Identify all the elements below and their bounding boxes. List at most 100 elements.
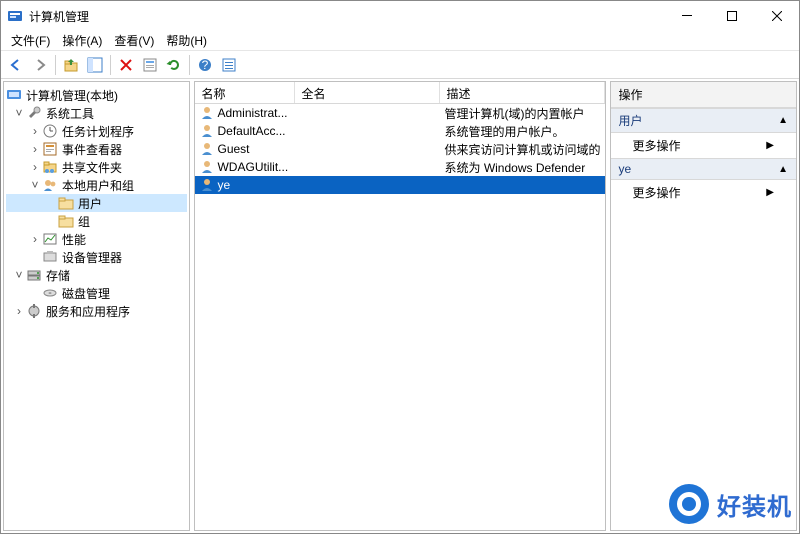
user-description: 供来宾访问计算机或访问域的: [440, 141, 604, 158]
close-button[interactable]: [754, 1, 799, 31]
storage-icon: [26, 267, 42, 283]
list-panel: 名称 全名 描述 Administrat...管理计算机(域)的内置帐户Defa…: [194, 81, 605, 531]
user-row[interactable]: DefaultAcc... 系统管理的用户帐户。: [195, 122, 604, 140]
collapse-icon[interactable]: ˅: [28, 178, 42, 192]
tree-label: 用户: [76, 195, 104, 212]
submenu-icon: ▶: [766, 187, 774, 198]
column-description[interactable]: 描述: [440, 82, 604, 103]
properties-button[interactable]: [139, 54, 161, 76]
tree-disk-management[interactable]: 磁盘管理: [6, 284, 187, 302]
user-name: WDAGUtilit...: [217, 160, 288, 174]
maximize-button[interactable]: [709, 1, 754, 31]
tree-label: 组: [76, 213, 92, 230]
user-row[interactable]: Administrat...管理计算机(域)的内置帐户: [195, 104, 604, 122]
titlebar: 计算机管理: [1, 1, 799, 31]
minimize-button[interactable]: [664, 1, 709, 31]
collapse-icon[interactable]: ˅: [12, 106, 26, 120]
user-row[interactable]: ye: [195, 176, 604, 194]
expand-icon[interactable]: ›: [28, 142, 42, 156]
tree-shared-folders[interactable]: › 共享文件夹: [6, 158, 187, 176]
menu-file[interactable]: 文件(F): [5, 30, 56, 51]
toolbar-separator: [189, 55, 190, 75]
tree-event-viewer[interactable]: › 事件查看器: [6, 140, 187, 158]
collapse-icon[interactable]: ˅: [12, 268, 26, 282]
user-description: 系统为 Windows Defender: [440, 159, 604, 176]
user-icon: [199, 105, 215, 121]
help-button[interactable]: ?: [194, 54, 216, 76]
actions-title: 操作: [611, 82, 796, 108]
tree-label: 存储: [44, 267, 72, 284]
tree-label: 系统工具: [44, 105, 96, 122]
tree-performance[interactable]: › 性能: [6, 230, 187, 248]
user-name: ye: [217, 178, 230, 192]
nav-forward-button[interactable]: [29, 54, 51, 76]
nav-tree[interactable]: 计算机管理(本地) ˅ 系统工具 › 任务计划程序 › 事件查看器: [4, 82, 189, 530]
tree-label: 服务和应用程序: [44, 303, 132, 320]
tree-root-computer-management[interactable]: 计算机管理(本地): [6, 86, 187, 104]
user-icon: [199, 141, 215, 157]
expand-icon[interactable]: ›: [28, 232, 42, 246]
user-icon: [199, 159, 215, 175]
expand-icon[interactable]: ›: [28, 160, 42, 174]
column-name[interactable]: 名称: [195, 82, 295, 103]
tree-local-users-groups[interactable]: ˅ 本地用户和组: [6, 176, 187, 194]
actions-section-users[interactable]: 用户 ▲: [611, 108, 796, 133]
up-one-level-button[interactable]: [60, 54, 82, 76]
actions-more-users[interactable]: 更多操作 ▶: [611, 133, 796, 158]
tree-label: 磁盘管理: [60, 285, 112, 302]
tree-storage[interactable]: ˅ 存储: [6, 266, 187, 284]
delete-button[interactable]: [115, 54, 137, 76]
tree-device-manager[interactable]: 设备管理器: [6, 248, 187, 266]
tree-services-apps[interactable]: › 服务和应用程序: [6, 302, 187, 320]
actions-more-selected[interactable]: 更多操作 ▶: [611, 180, 796, 205]
expand-icon[interactable]: ›: [12, 304, 26, 318]
export-list-button[interactable]: [218, 54, 240, 76]
collapse-icon: ▲: [778, 115, 788, 126]
disk-icon: [42, 285, 58, 301]
actions-item-label: 更多操作: [633, 137, 681, 154]
tree-label: 计算机管理(本地): [24, 87, 120, 104]
users-groups-icon: [42, 177, 58, 193]
menubar: 文件(F) 操作(A) 查看(V) 帮助(H): [1, 31, 799, 51]
show-tree-button[interactable]: [84, 54, 106, 76]
device-manager-icon: [42, 249, 58, 265]
svg-text:?: ?: [202, 58, 209, 72]
tree-users[interactable]: 用户: [6, 194, 187, 212]
toolbar-separator: [55, 55, 56, 75]
actions-section-label: ye: [619, 162, 632, 176]
actions-panel: 操作 用户 ▲ 更多操作 ▶ ye ▲ 更多操作 ▶: [610, 81, 797, 531]
event-viewer-icon: [42, 141, 58, 157]
menu-action[interactable]: 操作(A): [56, 30, 108, 51]
app-icon: [7, 8, 23, 24]
actions-section-selected-user[interactable]: ye ▲: [611, 158, 796, 180]
tree-panel: 计算机管理(本地) ˅ 系统工具 › 任务计划程序 › 事件查看器: [3, 81, 190, 531]
toolbar-separator: [110, 55, 111, 75]
body: 计算机管理(本地) ˅ 系统工具 › 任务计划程序 › 事件查看器: [1, 79, 799, 533]
user-list[interactable]: Administrat...管理计算机(域)的内置帐户DefaultAcc...…: [195, 104, 604, 530]
actions-section-label: 用户: [619, 112, 643, 129]
user-description: 系统管理的用户帐户。: [440, 123, 604, 140]
menu-view[interactable]: 查看(V): [108, 30, 160, 51]
refresh-button[interactable]: [163, 54, 185, 76]
nav-back-button[interactable]: [5, 54, 27, 76]
column-fullname[interactable]: 全名: [295, 82, 440, 103]
user-icon: [199, 177, 215, 193]
user-icon: [199, 123, 215, 139]
window-title: 计算机管理: [29, 8, 664, 25]
tree-task-scheduler[interactable]: › 任务计划程序: [6, 122, 187, 140]
performance-icon: [42, 231, 58, 247]
tools-icon: [26, 105, 42, 121]
computer-icon: [6, 87, 22, 103]
tree-system-tools[interactable]: ˅ 系统工具: [6, 104, 187, 122]
list-header: 名称 全名 描述: [195, 82, 604, 104]
user-name: Administrat...: [217, 106, 287, 120]
tree-groups[interactable]: 组: [6, 212, 187, 230]
folder-icon: [58, 213, 74, 229]
expand-icon[interactable]: ›: [28, 124, 42, 138]
user-row[interactable]: Guest供来宾访问计算机或访问域的: [195, 140, 604, 158]
user-row[interactable]: WDAGUtilit... 系统为 Windows Defender: [195, 158, 604, 176]
tree-label: 任务计划程序: [60, 123, 136, 140]
user-name: DefaultAcc...: [217, 124, 285, 138]
menu-help[interactable]: 帮助(H): [160, 30, 213, 51]
tree-label: 性能: [60, 231, 88, 248]
